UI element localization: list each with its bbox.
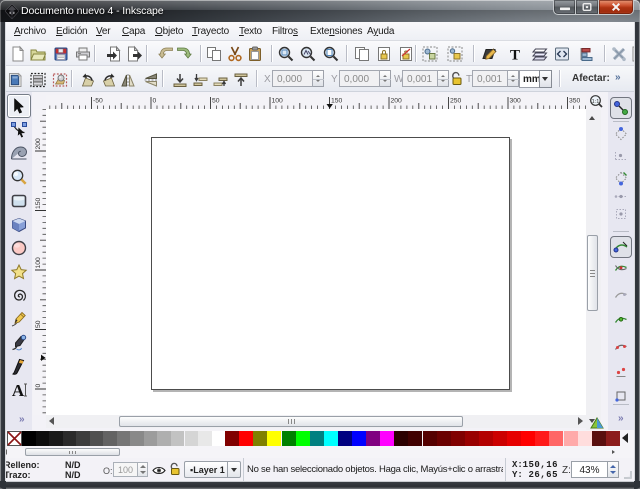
svg-text:150: 150 [35,197,42,209]
svg-text:0: 0 [35,384,42,388]
svg-text:1:1: 1:1 [592,99,600,105]
svg-text:T: T [509,47,519,61]
svg-text:100: 100 [35,257,42,269]
svg-text:50: 50 [212,98,220,105]
svg-text:200: 200 [35,138,42,150]
svg-text:200: 200 [391,98,403,105]
svg-text:250: 250 [450,98,462,105]
svg-text:50: 50 [35,320,42,328]
svg-text:150: 150 [331,98,343,105]
svg-text:100: 100 [272,98,284,105]
svg-text:300: 300 [510,98,522,105]
svg-text:0: 0 [153,98,157,105]
svg-text:-50: -50 [93,98,103,105]
svg-text:350: 350 [569,98,581,105]
svg-text:A: A [12,382,25,398]
